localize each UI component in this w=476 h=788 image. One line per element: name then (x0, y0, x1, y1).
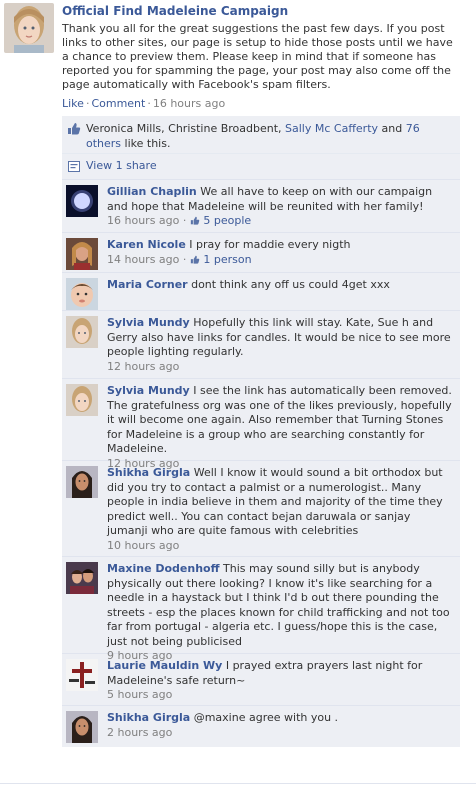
comment-meta: 10 hours ago (107, 539, 453, 554)
comment: Shikha Girgla @maxine agree with you . 2… (62, 706, 460, 747)
comment: Laurie Mauldin Wy I prayed extra prayers… (62, 654, 460, 706)
avatar[interactable] (66, 278, 98, 310)
likes-suffix: like this. (121, 137, 171, 150)
view-share-row[interactable]: View 1 share (62, 154, 460, 180)
comment-time[interactable]: 10 hours ago (107, 539, 179, 552)
comment-link[interactable]: Comment (91, 97, 145, 110)
comment: Sylvia Mundy I see the link has automati… (62, 379, 460, 470)
likes-sentence: Veronica Mills, Christine Broadbent, Sal… (62, 116, 460, 154)
avatar[interactable] (66, 185, 98, 217)
like-icon (190, 215, 200, 230)
separator-dot: · (147, 97, 151, 110)
comment-time[interactable]: 12 hours ago (107, 360, 179, 373)
likes-and: and (378, 122, 406, 135)
comment-author[interactable]: Maxine Dodenhoff (107, 562, 220, 575)
comment-author[interactable]: Laurie Mauldin Wy (107, 659, 222, 672)
comment-meta: 12 hours ago (107, 360, 453, 375)
comment-time[interactable]: 14 hours ago (107, 253, 179, 266)
comment-meta: 16 hours ago · 5 people (107, 214, 453, 230)
share-icon (68, 161, 80, 175)
comment: Gillian Chaplin We all have to keep on w… (62, 180, 460, 233)
post: Official Find Madeleine Campaign Thank y… (0, 0, 476, 112)
post-time[interactable]: 16 hours ago (153, 97, 225, 110)
avatar[interactable] (66, 711, 98, 743)
comment: Maxine Dodenhoff This may sound silly bu… (62, 557, 460, 662)
comment-author[interactable]: Gillian Chaplin (107, 185, 197, 198)
comment-author[interactable]: Maria Corner (107, 278, 188, 291)
likes-plain-names: Veronica Mills, Christine Broadbent, (86, 122, 286, 135)
comment-text: @maxine agree with you . (193, 711, 339, 724)
feedback-section: Veronica Mills, Christine Broadbent, Sal… (62, 116, 460, 747)
avatar[interactable] (66, 384, 98, 416)
comment-text: dont think any off us could 4get xxx (191, 278, 390, 291)
like-link[interactable]: Like (62, 97, 84, 110)
comment: Shikha Girgla Well I know it would sound… (62, 461, 460, 557)
comment-time[interactable]: 5 hours ago (107, 688, 172, 701)
avatar[interactable] (66, 562, 98, 594)
comment-time[interactable]: 16 hours ago (107, 214, 179, 227)
comment: Sylvia Mundy Hopefully this link will st… (62, 311, 460, 379)
comment-likes[interactable]: 1 person (203, 253, 251, 266)
comment-meta: 5 hours ago (107, 688, 453, 703)
view-share-link[interactable]: View 1 share (86, 159, 157, 172)
comment-author[interactable]: Shikha Girgla (107, 711, 190, 724)
comment: Maria Corner dont think any off us could… (62, 273, 460, 311)
comment-meta: 2 hours ago (107, 726, 453, 741)
avatar[interactable] (66, 316, 98, 348)
comment-likes[interactable]: 5 people (203, 214, 251, 227)
comment-time[interactable]: 2 hours ago (107, 726, 172, 739)
comment-author[interactable]: Karen Nicole (107, 238, 186, 251)
page-avatar[interactable] (4, 3, 54, 53)
comment-author[interactable]: Sylvia Mundy (107, 384, 190, 397)
comment-author[interactable]: Sylvia Mundy (107, 316, 190, 329)
avatar[interactable] (66, 466, 98, 498)
like-icon (190, 254, 200, 269)
post-actions: Like · Comment · 16 hours ago (62, 97, 225, 110)
avatar[interactable] (66, 238, 98, 270)
thumbs-up-icon (67, 122, 81, 139)
post-text: Thank you all for the great suggestions … (62, 22, 453, 91)
avatar[interactable] (66, 659, 98, 691)
divider (0, 783, 476, 784)
post-author[interactable]: Official Find Madeleine Campaign (62, 4, 288, 18)
comment: Karen Nicole I pray for maddie every nig… (62, 233, 460, 273)
comment-text: I pray for maddie every nigth (189, 238, 351, 251)
comment-meta: 14 hours ago · 1 person (107, 253, 453, 269)
comment-author[interactable]: Shikha Girgla (107, 466, 190, 479)
liker-link[interactable]: Sally Mc Cafferty (285, 122, 378, 135)
